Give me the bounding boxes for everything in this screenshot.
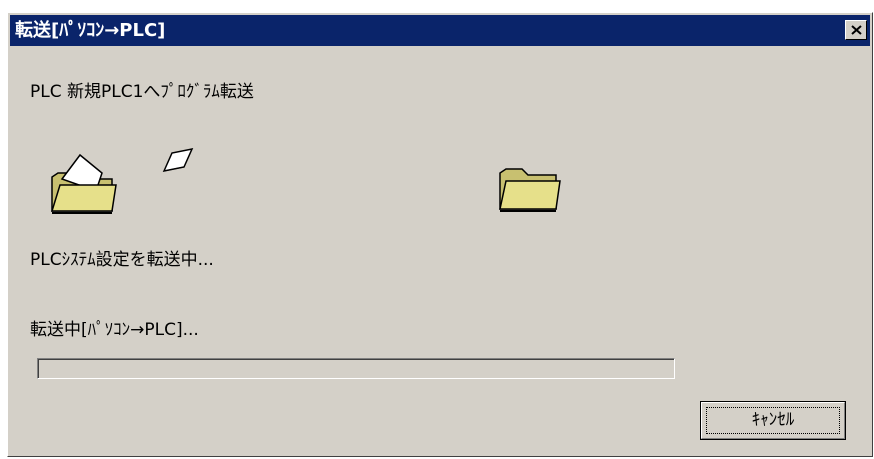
- status-text: PLCｼｽﾃﾑ設定を転送中...: [30, 250, 214, 270]
- open-folder-icon: [50, 153, 117, 214]
- close-button[interactable]: [845, 20, 867, 40]
- cancel-button[interactable]: ｷｬﾝｾﾙ: [700, 401, 846, 440]
- folder-icon: [499, 168, 561, 212]
- flying-document-icon: [162, 147, 194, 173]
- cancel-button-label: ｷｬﾝｾﾙ: [751, 410, 795, 430]
- close-icon: [851, 25, 862, 35]
- window-title: 転送[ﾊﾟｿｺﾝ→PLC]: [15, 20, 166, 41]
- progress-label: 転送中[ﾊﾟｿｺﾝ→PLC]...: [30, 320, 199, 340]
- title-bar[interactable]: 転送[ﾊﾟｿｺﾝ→PLC]: [10, 15, 870, 46]
- transfer-dialog: 転送[ﾊﾟｿｺﾝ→PLC] PLC 新規PLC1へﾌﾟﾛｸﾞﾗﾑ転送 PLCｼｽ…: [7, 12, 873, 457]
- progress-bar: [37, 358, 675, 379]
- header-text: PLC 新規PLC1へﾌﾟﾛｸﾞﾗﾑ転送: [30, 82, 254, 102]
